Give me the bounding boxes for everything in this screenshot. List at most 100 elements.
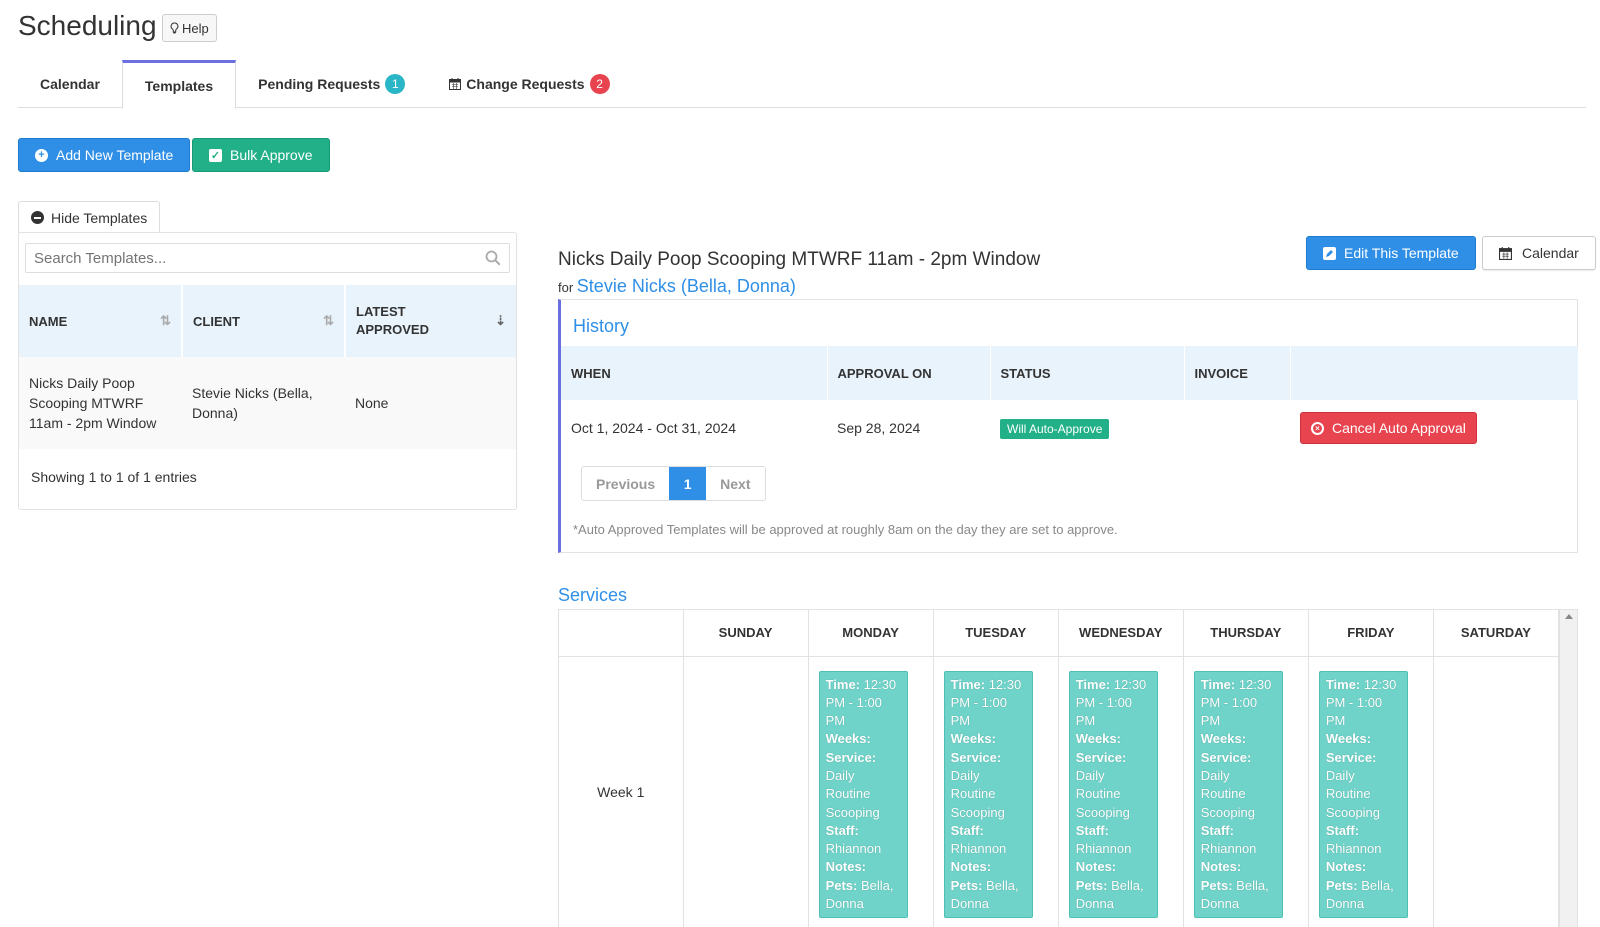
- history-action-cell: × Cancel Auto Approval: [1290, 400, 1578, 456]
- week-label: Week 1: [559, 656, 684, 927]
- button-label: Add New Template: [56, 147, 174, 163]
- minus-circle-icon: [31, 211, 44, 224]
- column-header-approval-on: APPROVAL ON: [827, 346, 991, 400]
- search-box: [25, 243, 510, 273]
- add-new-template-button[interactable]: + Add New Template: [18, 138, 191, 172]
- weeks-label: Weeks:: [1325, 731, 1372, 747]
- column-header-latest-approved[interactable]: LATEST APPROVED ⇣: [345, 285, 516, 357]
- edit-template-button[interactable]: Edit This Template: [1306, 236, 1476, 270]
- day-cell-monday: Time: 12:30 PM - 1:00 PM Weeks: Service:…: [808, 656, 934, 927]
- sort-icon: ⇅: [160, 313, 171, 328]
- day-cell-wednesday: Time: 12:30 PM - 1:00 PM Weeks: Service:…: [1058, 656, 1184, 927]
- history-when-cell: Oct 1, 2024 - Oct 31, 2024: [571, 420, 736, 436]
- table-row[interactable]: Nicks Daily Poop Scooping MTWRF 11am - 2…: [19, 357, 516, 449]
- tab-label: Templates: [144, 77, 214, 94]
- client-link[interactable]: Stevie Nicks (Bella, Donna): [577, 276, 796, 296]
- header-label: LATEST APPROVED: [356, 304, 429, 337]
- tab-label: Calendar: [40, 76, 100, 92]
- day-header-tuesday: TUESDAY: [933, 610, 1059, 657]
- tab-change-requests[interactable]: Change Requests 2: [427, 60, 631, 108]
- bulk-approve-button[interactable]: ✓ Bulk Approve: [192, 138, 330, 172]
- service-label: Service:: [825, 749, 877, 765]
- page-title: Scheduling: [18, 10, 157, 41]
- service-value: Daily Routine Scooping: [1200, 767, 1255, 820]
- staff-label: Staff:: [1075, 822, 1109, 838]
- service-value: Daily Routine Scooping: [1075, 767, 1130, 820]
- weeks-label: Weeks:: [950, 731, 996, 747]
- notes-label: Notes:: [1325, 859, 1367, 875]
- previous-page-button[interactable]: Previous: [582, 467, 669, 500]
- calendar-button[interactable]: Calendar: [1482, 236, 1596, 270]
- service-card[interactable]: Time: 12:30 PM - 1:00 PM Weeks: Service:…: [1068, 670, 1158, 919]
- button-label: Cancel Auto Approval: [1332, 420, 1466, 436]
- service-card[interactable]: Time: 12:30 PM - 1:00 PM Weeks: Service:…: [818, 670, 908, 919]
- staff-label: Staff:: [1325, 822, 1360, 838]
- history-panel: History WHEN APPROVAL ON STATUS INVOICE …: [558, 299, 1578, 553]
- table-row: Oct 1, 2024 - Oct 31, 2024 Sep 28, 2024 …: [561, 400, 1578, 456]
- week-row: Week 1 Time: 12:30 PM - 1:00 PM Weeks: S…: [559, 656, 1560, 927]
- weeks-label: Weeks:: [1200, 731, 1247, 747]
- cancel-auto-approval-button[interactable]: × Cancel Auto Approval: [1300, 412, 1477, 444]
- column-header-name[interactable]: NAME ⇅: [19, 285, 183, 357]
- services-scrollbar[interactable]: [1559, 610, 1577, 927]
- service-card[interactable]: Time: 12:30 PM - 1:00 PM Weeks: Service:…: [1193, 670, 1283, 919]
- time-label: Time:: [825, 676, 860, 692]
- notes-label: Notes:: [1200, 859, 1242, 875]
- services-table: SUNDAY MONDAY TUESDAY WEDNESDAY THURSDAY…: [559, 610, 1560, 927]
- weeks-label: Weeks:: [825, 731, 871, 747]
- day-cell-saturday: [1433, 656, 1560, 927]
- column-header-status: STATUS: [990, 346, 1185, 400]
- service-label: Service:: [1075, 749, 1127, 765]
- staff-value: Rhiannon: [825, 841, 882, 857]
- history-title: History: [573, 316, 630, 336]
- pets-label: Pets:: [1200, 877, 1233, 893]
- sort-desc-icon: ⇣: [495, 313, 506, 328]
- tab-bar: Calendar Templates Pending Requests 1 Ch…: [18, 60, 1586, 109]
- for-label: for: [558, 280, 574, 295]
- template-name-cell: Nicks Daily Poop Scooping MTWRF 11am - 2…: [19, 357, 182, 449]
- next-page-button[interactable]: Next: [706, 467, 764, 500]
- button-label: Edit This Template: [1344, 245, 1459, 261]
- tab-label: Change Requests: [466, 76, 585, 92]
- day-header-monday: MONDAY: [808, 610, 934, 657]
- page-1-button[interactable]: 1: [669, 467, 707, 500]
- edit-icon: [1323, 246, 1336, 260]
- time-label: Time:: [1325, 676, 1361, 692]
- help-button[interactable]: Help: [162, 14, 217, 42]
- service-card[interactable]: Time: 12:30 PM - 1:00 PM Weeks: Service:…: [1318, 670, 1408, 919]
- tab-pending-requests[interactable]: Pending Requests 1: [236, 60, 427, 108]
- tab-templates[interactable]: Templates: [121, 60, 237, 109]
- templates-panel: NAME ⇅ CLIENT ⇅ LATEST APPROVED ⇣ Nicks Dai…: [18, 232, 517, 510]
- service-label: Service:: [950, 749, 1002, 765]
- template-client: for Stevie Nicks (Bella, Donna): [558, 276, 796, 297]
- service-label: Service:: [1325, 749, 1377, 765]
- header-label: NAME: [29, 313, 68, 329]
- service-value: Daily Routine Scooping: [1325, 767, 1381, 820]
- pending-count-badge: 1: [385, 74, 406, 94]
- history-status-cell: Will Auto-Approve: [990, 400, 1184, 456]
- staff-value: Rhiannon: [1200, 841, 1257, 857]
- change-count-badge: 2: [589, 74, 610, 94]
- search-templates-input[interactable]: [34, 249, 485, 267]
- tab-calendar[interactable]: Calendar: [18, 60, 122, 108]
- column-header-actions: [1290, 346, 1578, 400]
- service-value: Daily Routine Scooping: [825, 767, 880, 820]
- notes-label: Notes:: [950, 859, 992, 875]
- column-header-when: WHEN: [561, 346, 828, 400]
- plus-circle-icon: +: [35, 148, 48, 162]
- history-table: WHEN APPROVAL ON STATUS INVOICE Oct 1, 2…: [561, 346, 1578, 456]
- templates-table: NAME ⇅ CLIENT ⇅ LATEST APPROVED ⇣ Nicks Dai…: [19, 285, 516, 449]
- pets-label: Pets:: [825, 877, 858, 893]
- staff-value: Rhiannon: [1325, 841, 1382, 857]
- notes-label: Notes:: [1075, 859, 1117, 875]
- entries-info: Showing 1 to 1 of 1 entries: [31, 469, 197, 485]
- button-label: Bulk Approve: [230, 147, 313, 163]
- time-label: Time:: [950, 676, 986, 692]
- column-header-client[interactable]: CLIENT ⇅: [182, 285, 346, 357]
- pagination: Previous 1 Next: [581, 466, 766, 501]
- hide-templates-button[interactable]: Hide Templates: [18, 201, 161, 233]
- service-card[interactable]: Time: 12:30 PM - 1:00 PM Weeks: Service:…: [943, 670, 1033, 919]
- auto-approve-note: *Auto Approved Templates will be approve…: [573, 522, 1118, 537]
- scroll-up-icon: [1565, 614, 1573, 619]
- history-approval-cell: Sep 28, 2024: [837, 420, 921, 436]
